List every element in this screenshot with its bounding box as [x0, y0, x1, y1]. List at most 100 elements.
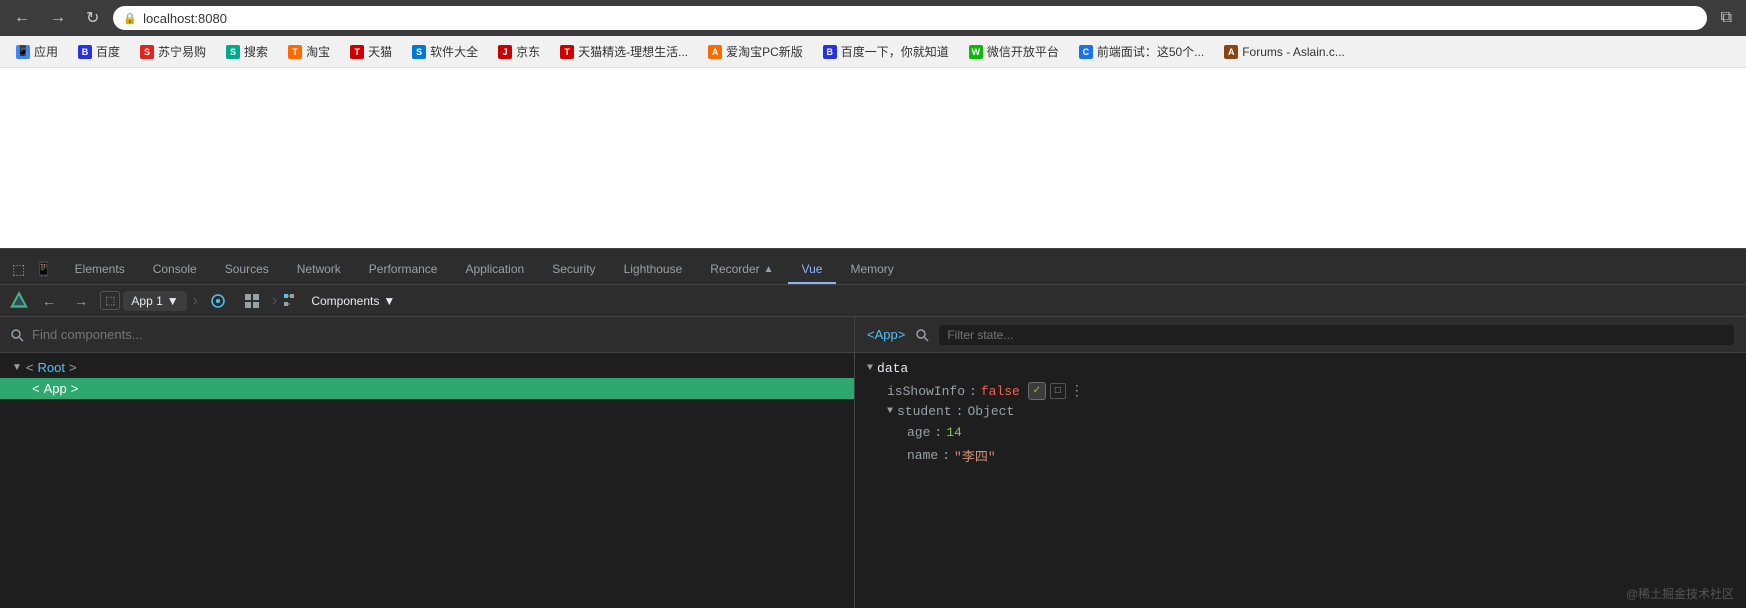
student-arrow: ▼	[887, 406, 893, 417]
app-tag-bracket-open: <	[32, 381, 40, 396]
tab-application[interactable]: Application	[451, 256, 538, 284]
tab-performance[interactable]: Performance	[355, 256, 452, 284]
toggle-value-button[interactable]: ✓	[1028, 382, 1046, 400]
app-selector-icon: ⬚	[100, 291, 120, 310]
bookmark-label-forums: Forums - Aslain.c...	[1242, 45, 1345, 59]
component-search-bar	[0, 317, 854, 353]
components-label: Components	[311, 294, 379, 308]
bookmark-forums[interactable]: A Forums - Aslain.c...	[1216, 43, 1353, 61]
app-tag-bracket-close: >	[71, 381, 79, 396]
component-tree-list: ▼ <Root> < App >	[0, 353, 854, 608]
components-dropdown-button[interactable]: Components ▼	[303, 291, 403, 311]
app-header-tag: <App>	[867, 327, 905, 342]
bookmark-icon-apps: 📱	[16, 45, 30, 59]
filter-icon	[915, 328, 929, 342]
bookmark-icon-baidu: B	[78, 45, 92, 59]
app-selector-label: App 1	[131, 294, 162, 308]
student-colon: :	[956, 404, 964, 419]
inspect-component-button[interactable]	[204, 291, 232, 311]
tab-sources[interactable]: Sources	[211, 256, 283, 284]
bookmark-aitaobao[interactable]: A 爱淘宝PC新版	[700, 41, 811, 62]
app-tag: App	[44, 381, 67, 396]
age-key: age	[907, 425, 930, 440]
name-value: "李四"	[954, 446, 996, 465]
bookmark-apps[interactable]: 📱 应用	[8, 41, 66, 62]
bookmark-baidu2[interactable]: B 百度一下，你就知道	[815, 41, 957, 62]
refresh-button[interactable]: ↻	[80, 6, 105, 30]
inspect-icon-button[interactable]: ⬚	[8, 259, 29, 280]
state-data-panel: ▼ data isShowInfo : false ✓ □	[855, 353, 1746, 579]
external-link-button[interactable]: ⧉	[1715, 7, 1738, 29]
back-button[interactable]: ←	[8, 7, 36, 29]
bookmark-tmall2[interactable]: T 天猫精选-理想生活...	[552, 41, 696, 62]
lock-icon: 🔒	[123, 12, 137, 25]
name-colon: :	[942, 448, 950, 463]
bookmark-label-taobao: 淘宝	[306, 43, 330, 60]
root-tag: Root	[38, 360, 65, 375]
bookmark-interview[interactable]: C 前端面试：这50个...	[1071, 41, 1212, 62]
bookmark-baidu[interactable]: B 百度	[70, 41, 128, 62]
bookmark-search[interactable]: S 搜索	[218, 41, 276, 62]
bookmark-icon-suning: S	[140, 45, 154, 59]
bookmark-wechat[interactable]: W 微信开放平台	[961, 41, 1067, 62]
component-tree-icon	[283, 293, 299, 309]
more-options-button[interactable]: ⋮	[1070, 383, 1084, 400]
student-row: ▼ student : Object age : 14	[867, 402, 1734, 467]
bookmark-icon-aitaobao: A	[708, 45, 722, 59]
grid-view-button[interactable]	[238, 291, 266, 311]
devtools-panel: ⬚ 📱 Elements Console Sources Network Per…	[0, 248, 1746, 608]
student-header[interactable]: ▼ student : Object	[887, 404, 1014, 419]
toolbar-separator-1: ›	[193, 292, 198, 310]
devtools-main-area: ▼ <Root> < App > < App > ▼	[0, 317, 1746, 608]
bookmark-taobao[interactable]: T 淘宝	[280, 41, 338, 62]
forward-button[interactable]: →	[44, 7, 72, 29]
tab-console[interactable]: Console	[139, 256, 211, 284]
bookmark-icon-taobao: T	[288, 45, 302, 59]
tab-recorder[interactable]: Recorder ▲	[696, 256, 787, 284]
bookmark-icon-tmall: T	[350, 45, 364, 59]
bookmark-tmall[interactable]: T 天猫	[342, 41, 400, 62]
age-colon: :	[934, 425, 942, 440]
app-selector-chevron: ▼	[167, 294, 179, 308]
bookmark-suning[interactable]: S 苏宁易购	[132, 41, 214, 62]
page-content	[0, 68, 1746, 248]
devtools-tabs-bar: ⬚ 📱 Elements Console Sources Network Per…	[0, 249, 1746, 285]
tab-lighthouse[interactable]: Lighthouse	[610, 256, 697, 284]
components-chevron: ▼	[383, 294, 395, 308]
bookmark-icon-baidu2: B	[823, 45, 837, 59]
tree-item-app[interactable]: < App >	[0, 378, 854, 399]
student-type: Object	[967, 404, 1014, 419]
state-panel-header: <App>	[855, 317, 1746, 353]
forward-component-button[interactable]: →	[68, 291, 94, 311]
tree-item-root[interactable]: ▼ <Root>	[0, 357, 854, 378]
back-component-button[interactable]: ←	[36, 291, 62, 311]
device-icon-button[interactable]: 📱	[31, 259, 56, 280]
bookmark-soft[interactable]: S 软件大全	[404, 41, 486, 62]
data-section-key: data	[877, 361, 908, 376]
bookmark-jd[interactable]: J 京东	[490, 41, 548, 62]
bookmark-icon-interview: C	[1079, 45, 1093, 59]
tab-security[interactable]: Security	[538, 256, 609, 284]
address-bar[interactable]: 🔒 localhost:8080	[113, 6, 1706, 30]
components-selector-container: Components ▼	[283, 291, 403, 311]
component-search-input[interactable]	[32, 327, 844, 342]
copy-value-button[interactable]: □	[1050, 383, 1066, 399]
data-section-header[interactable]: ▼ data	[867, 361, 1734, 376]
toggle-icon: ✓	[1033, 385, 1041, 397]
bookmark-label-suning: 苏宁易购	[158, 43, 206, 60]
vue-logo-icon	[8, 290, 30, 312]
app-selector[interactable]: App 1 ▼	[123, 291, 186, 311]
age-value: 14	[946, 425, 962, 440]
bookmark-label-wechat: 微信开放平台	[987, 43, 1059, 60]
isshowinfo-row: isShowInfo : false ✓ □ ⋮	[867, 380, 1734, 402]
name-key: name	[907, 448, 938, 463]
tab-vue[interactable]: Vue	[788, 256, 837, 284]
app-selector-container[interactable]: ⬚ App 1 ▼	[100, 291, 187, 311]
bookmarks-bar: 📱 应用 B 百度 S 苏宁易购 S 搜索 T 淘宝 T 天猫 S 软件大全 J…	[0, 36, 1746, 68]
name-row: name : "李四"	[887, 446, 996, 465]
tab-network[interactable]: Network	[283, 256, 355, 284]
filter-state-input[interactable]	[939, 325, 1734, 345]
bookmark-label-jd: 京东	[516, 43, 540, 60]
tab-memory[interactable]: Memory	[836, 256, 907, 284]
tab-elements[interactable]: Elements	[61, 256, 139, 284]
